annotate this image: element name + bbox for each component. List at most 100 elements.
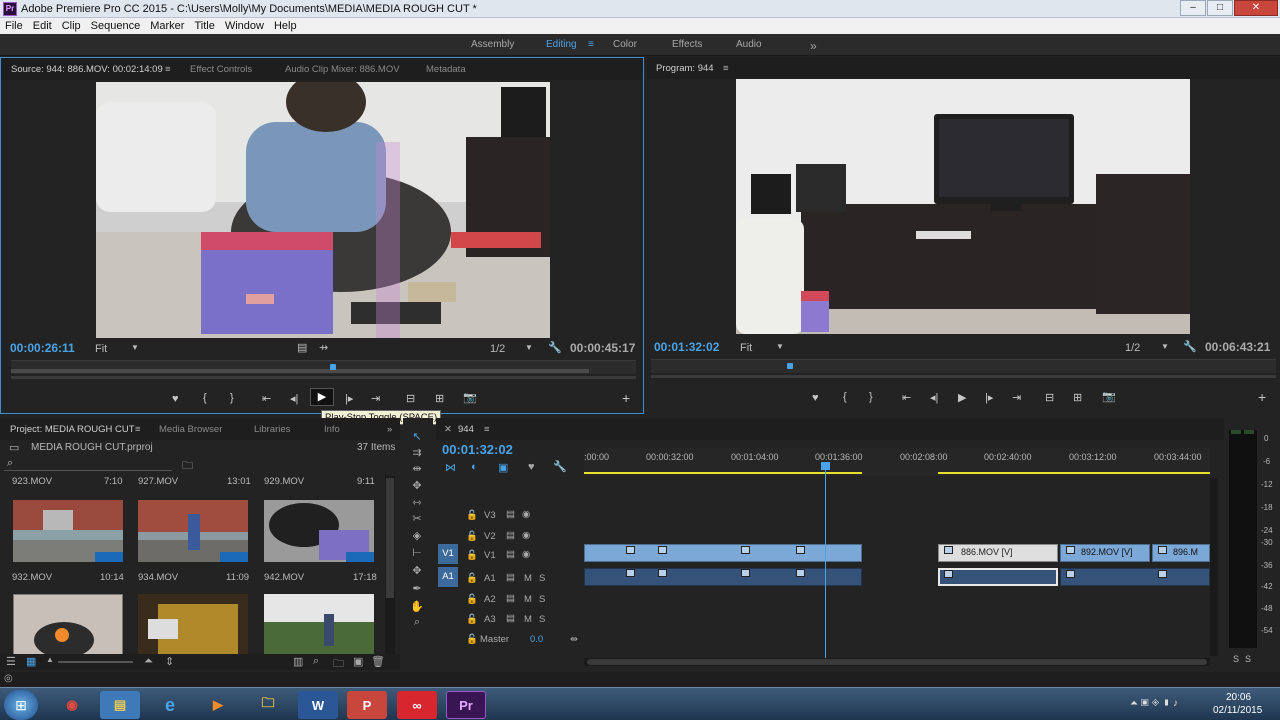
slip-tool-icon[interactable]: ◈	[409, 529, 425, 543]
eye-icon[interactable]: ◉	[522, 549, 530, 560]
go-to-in-icon[interactable]: ⇤	[262, 392, 271, 405]
clip-thumbnail[interactable]	[264, 594, 374, 656]
master-volume[interactable]: 0.0	[530, 634, 543, 645]
tray-icons[interactable]: ⏶ ▣ ◈ ▮ ♪	[1130, 698, 1178, 709]
source-playhead[interactable]	[330, 364, 336, 370]
sync-lock-icon[interactable]: ▤	[506, 613, 515, 624]
clock-time[interactable]: 20:06	[1226, 692, 1251, 703]
pen-tool-icon[interactable]: ✥	[409, 564, 425, 578]
zoom-out-icon[interactable]: ▲	[46, 655, 54, 664]
clock-date[interactable]: 02/11/2015	[1213, 705, 1262, 716]
step-back-icon[interactable]: ◂|	[930, 391, 938, 404]
film-icon[interactable]: ▤	[506, 509, 515, 520]
source-patch-a1[interactable]: A1	[438, 567, 458, 587]
play-button[interactable]: ▶	[310, 388, 334, 406]
wrench-icon[interactable]: 🔧	[1183, 340, 1197, 353]
lock-icon[interactable]: 🔓	[466, 634, 478, 645]
list-view-icon[interactable]: ☰	[6, 655, 16, 668]
chrome-icon[interactable]: ◉	[52, 691, 92, 719]
timeline-vertical-scrollbar[interactable]	[1210, 478, 1218, 656]
source-patch-v1[interactable]: V1	[438, 544, 458, 564]
linked-selection-icon[interactable]: ◐	[471, 461, 478, 473]
workspace-effects[interactable]: Effects	[672, 39, 702, 50]
new-bin-icon[interactable]: 🗀	[182, 457, 193, 476]
add-marker-icon[interactable]: ♥	[172, 393, 179, 405]
lock-icon[interactable]: 🔓	[466, 614, 478, 625]
sync-lock-icon[interactable]: ▤	[506, 593, 515, 604]
menu-sequence[interactable]: Sequence	[86, 20, 146, 32]
pen-icon[interactable]: ✒	[409, 582, 425, 596]
maximize-button[interactable]: □	[1207, 0, 1233, 16]
menu-clip[interactable]: Clip	[57, 20, 86, 32]
lock-icon[interactable]: 🔓	[466, 531, 478, 542]
clip-886-audio[interactable]	[938, 568, 1058, 586]
project-scrollbar[interactable]	[385, 476, 395, 656]
sort-order-icon[interactable]: ⇕	[165, 655, 174, 668]
clip-thumbnail[interactable]	[13, 500, 123, 562]
program-time-ruler[interactable]	[651, 359, 1276, 373]
clip-audio-group[interactable]	[1060, 568, 1210, 586]
tab-metadata[interactable]: Metadata	[426, 64, 466, 75]
menu-marker[interactable]: Marker	[145, 20, 189, 32]
solo-right-button[interactable]: S	[1245, 654, 1251, 664]
program-fit-dropdown[interactable]: Fit	[740, 342, 752, 354]
mark-in-icon[interactable]: {	[843, 391, 847, 403]
automate-sequence-icon[interactable]: ▥	[293, 655, 303, 668]
source-resolution-dropdown[interactable]: 1/2	[490, 343, 505, 355]
panel-menu-icon[interactable]: ≡	[484, 424, 490, 435]
add-button-icon[interactable]: +	[622, 390, 630, 406]
close-button[interactable]: ✕	[1234, 0, 1278, 16]
wrench-icon[interactable]: 🔧	[553, 460, 567, 473]
timeline-timecode[interactable]: 00:01:32:02	[442, 442, 513, 457]
tab-project[interactable]: Project: MEDIA ROUGH CUT	[10, 424, 135, 435]
media-player-icon[interactable]: ▶	[198, 691, 238, 719]
chevron-down-icon[interactable]: ▼	[525, 343, 533, 352]
solo-button[interactable]: S	[539, 573, 545, 584]
go-to-out-icon[interactable]: ⇥	[371, 392, 380, 405]
lock-icon[interactable]: 🔓	[466, 594, 478, 605]
tab-source[interactable]: Source: 944: 886.MOV: 00:02:14:09	[11, 64, 163, 75]
go-to-in-icon[interactable]: ⇤	[902, 391, 911, 404]
rate-stretch-tool-icon[interactable]: ⇿	[409, 496, 425, 510]
solo-button[interactable]: S	[539, 594, 545, 605]
icon-view-icon[interactable]: ▦	[26, 655, 36, 668]
source-zoom-bar[interactable]	[11, 376, 636, 379]
program-zoom-bar[interactable]	[651, 375, 1276, 378]
tab-program[interactable]: Program: 944	[656, 63, 714, 74]
work-area-bar[interactable]	[938, 472, 1210, 474]
menu-title[interactable]: Title	[189, 20, 219, 32]
chevron-down-icon[interactable]: ▼	[131, 343, 139, 352]
tab-audio-clip-mixer[interactable]: Audio Clip Mixer: 886.MOV	[285, 64, 400, 75]
trash-icon[interactable]: 🗑	[371, 655, 385, 668]
workspace-color[interactable]: Color	[613, 39, 637, 50]
workspace-editing[interactable]: Editing	[546, 39, 577, 50]
sync-lock-icon[interactable]: ▤	[506, 572, 515, 583]
word-icon[interactable]: W	[298, 691, 338, 719]
more-panels-icon[interactable]: »	[387, 424, 392, 435]
powerpoint-icon[interactable]: P	[347, 691, 387, 719]
zoom-tool-icon[interactable]: ⌕	[409, 616, 425, 630]
new-item-icon[interactable]: ▣	[353, 655, 363, 668]
mute-button[interactable]: M	[524, 614, 532, 625]
timeline-scrollbar[interactable]	[584, 658, 1210, 666]
source-timecode[interactable]: 00:00:26:11	[10, 341, 75, 355]
rolling-edit-tool-icon[interactable]: ✥	[409, 479, 425, 493]
lock-icon[interactable]: 🔓	[466, 510, 478, 521]
menu-window[interactable]: Window	[220, 20, 269, 32]
mute-button[interactable]: M	[524, 573, 532, 584]
program-timecode[interactable]: 00:01:32:02	[654, 340, 719, 354]
program-resolution-dropdown[interactable]: 1/2	[1125, 342, 1140, 354]
panel-menu-icon[interactable]: ≡	[723, 63, 729, 74]
razor-tool-icon[interactable]: ✂	[409, 512, 425, 526]
add-marker-icon[interactable]: ♥	[812, 392, 819, 404]
menu-help[interactable]: Help	[269, 20, 302, 32]
lift-icon[interactable]: ⊟	[1045, 391, 1054, 404]
play-button[interactable]: ▶	[958, 391, 966, 404]
selection-tool-icon[interactable]: ↖	[409, 430, 425, 444]
slide-tool-icon[interactable]: ⊢	[409, 546, 425, 560]
tab-libraries[interactable]: Libraries	[254, 424, 290, 435]
tab-info[interactable]: Info	[324, 424, 340, 435]
add-marker-icon[interactable]: ▣	[498, 461, 508, 474]
eye-icon[interactable]: ◉	[522, 530, 530, 541]
workspace-more-icon[interactable]: »	[810, 39, 817, 53]
